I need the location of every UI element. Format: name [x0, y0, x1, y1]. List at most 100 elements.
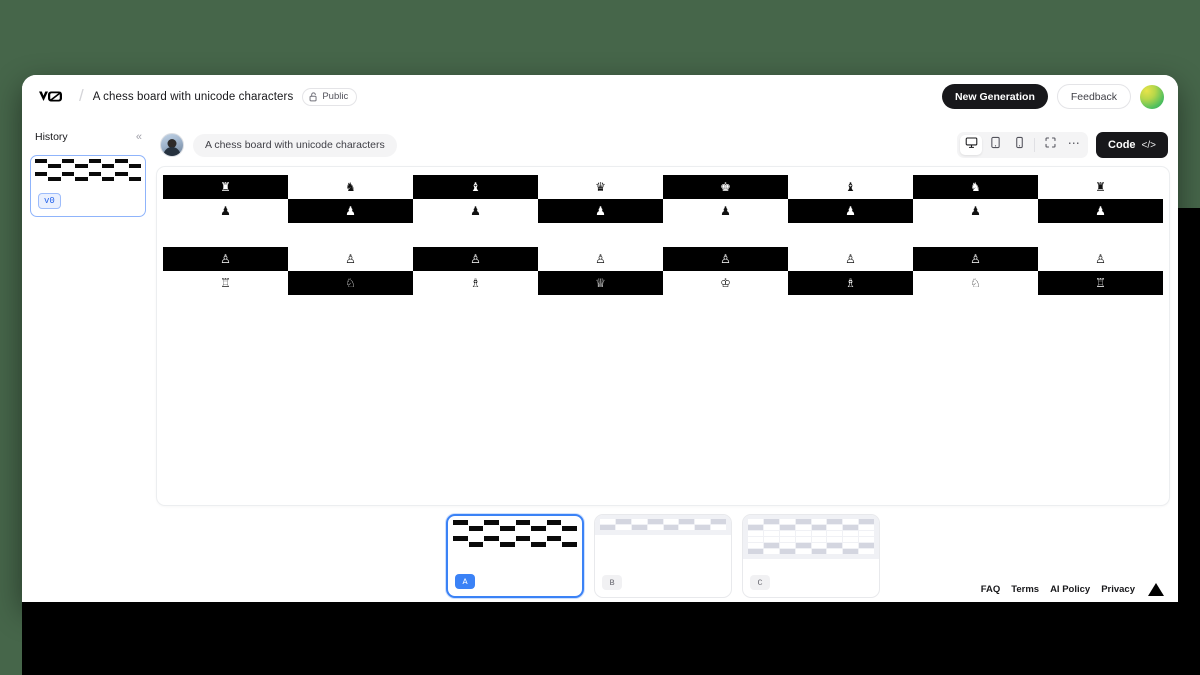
footer-link-terms[interactable]: Terms [1011, 584, 1039, 595]
board-square[interactable]: ♖ [163, 271, 288, 295]
code-brackets-icon: </> [1141, 139, 1156, 151]
visibility-badge[interactable]: Public [302, 87, 358, 106]
main-panel: A chess board with unicode characters ⋯ … [154, 118, 1178, 602]
tablet-view-button[interactable] [984, 135, 1006, 155]
board-row: ♟ ♟ ♟ ♟ ♟ ♟ ♟ ♟ [163, 199, 1163, 223]
board-square[interactable]: ♟ [538, 199, 663, 223]
board-square[interactable]: ♕ [538, 271, 663, 295]
history-thumb-row [35, 172, 141, 176]
board-row: ♖ ♘ ♗ ♕ ♔ ♗ ♘ ♖ [163, 271, 1163, 295]
new-generation-button[interactable]: New Generation [941, 84, 1048, 109]
screenshot-stage: / A chess board with unicode characters … [0, 0, 1200, 675]
board-square[interactable]: ♟ [1038, 199, 1163, 223]
variant-a[interactable]: A [446, 514, 584, 598]
sidebar-header: History « [30, 126, 146, 148]
board-square[interactable]: ♜ [163, 175, 288, 199]
tablet-icon [989, 136, 1002, 154]
board-row-gap [163, 223, 1163, 247]
board-square[interactable]: ♙ [1038, 247, 1163, 271]
board-square[interactable]: ♗ [413, 271, 538, 295]
variant-b-badge: B [602, 575, 622, 590]
prompt-pill[interactable]: A chess board with unicode characters [193, 133, 397, 157]
variant-c-thumbnail [743, 515, 879, 559]
history-item-v0[interactable]: v0 [30, 155, 146, 217]
board-square[interactable]: ♟ [663, 199, 788, 223]
page-title[interactable]: A chess board with unicode characters [93, 91, 294, 103]
more-options-button[interactable]: ⋯ [1063, 135, 1085, 155]
footer-link-faq[interactable]: FAQ [981, 584, 1001, 595]
history-version-badge: v0 [38, 193, 61, 209]
board-square[interactable]: ♝ [788, 175, 913, 199]
code-button[interactable]: Code </> [1096, 132, 1168, 158]
variant-a-badge: A [455, 574, 475, 589]
topbar-actions: New Generation Feedback [941, 84, 1164, 109]
board-square[interactable]: ♝ [413, 175, 538, 199]
board-square[interactable]: ♟ [413, 199, 538, 223]
sidebar-title: History [35, 131, 68, 143]
preview-toolbar-actions: ⋯ Code </> [957, 132, 1168, 158]
board-square[interactable]: ♗ [788, 271, 913, 295]
app-body: History « v0 A chess board with unicode … [22, 118, 1178, 602]
board-square[interactable]: ♛ [538, 175, 663, 199]
preview-frame: ♜ ♞ ♝ ♛ ♚ ♝ ♞ ♜ ♟ ♟ ♟ ♟ ♟ ♟ ♟ ♟ ♙ ♙ ♙ ♙ ♙ ♙ ♙ ♙ ♖ ♘ ♗ ♕ ♔ ♗ ♘ ♖ [156, 166, 1170, 506]
board-square[interactable]: ♘ [913, 271, 1038, 295]
variant-b[interactable]: B [594, 514, 732, 598]
v0-logo-icon[interactable] [38, 89, 68, 104]
history-thumb-row [35, 177, 141, 181]
board-square[interactable]: ♟ [288, 199, 413, 223]
board-square[interactable]: ♙ [788, 247, 913, 271]
ellipsis-icon: ⋯ [1067, 136, 1081, 150]
history-thumb-row [35, 159, 141, 163]
app-topbar: / A chess board with unicode characters … [22, 75, 1178, 118]
board-square[interactable]: ♙ [913, 247, 1038, 271]
board-square[interactable]: ♙ [288, 247, 413, 271]
chess-board: ♜ ♞ ♝ ♛ ♚ ♝ ♞ ♜ ♟ ♟ ♟ ♟ ♟ ♟ ♟ ♟ ♙ ♙ ♙ ♙ ♙ ♙ ♙ ♙ ♖ ♘ ♗ ♕ ♔ ♗ ♘ ♖ [157, 167, 1169, 295]
app-window: / A chess board with unicode characters … [22, 75, 1178, 602]
vercel-triangle-icon[interactable] [1148, 583, 1164, 596]
mobile-view-button[interactable] [1008, 135, 1030, 155]
expand-icon [1044, 136, 1057, 154]
code-button-label: Code [1108, 139, 1136, 151]
board-square[interactable]: ♙ [413, 247, 538, 271]
board-square[interactable]: ♘ [288, 271, 413, 295]
desktop-view-button[interactable] [960, 135, 983, 155]
footer-link-ai-policy[interactable]: AI Policy [1050, 584, 1090, 595]
visibility-label: Public [322, 91, 349, 102]
board-square[interactable]: ♙ [663, 247, 788, 271]
user-avatar[interactable] [160, 133, 184, 157]
footer-link-privacy[interactable]: Privacy [1101, 584, 1135, 595]
variant-c[interactable]: C [742, 514, 880, 598]
board-square[interactable]: ♖ [1038, 271, 1163, 295]
variant-b-thumbnail [595, 515, 731, 535]
board-square[interactable]: ♟ [163, 199, 288, 223]
preview-shell: A chess board with unicode characters ⋯ … [154, 124, 1172, 506]
collapse-sidebar-icon[interactable]: « [136, 131, 142, 143]
board-square[interactable]: ♔ [663, 271, 788, 295]
lock-open-icon [309, 91, 318, 102]
toolbar-divider [1034, 138, 1036, 152]
desktop-backdrop-left [0, 208, 22, 675]
app-footer: FAQ Terms AI Policy Privacy [981, 583, 1164, 596]
variant-a-thumbnail [448, 516, 582, 547]
board-square[interactable]: ♚ [663, 175, 788, 199]
viewport-switcher: ⋯ [957, 132, 1089, 158]
board-square[interactable]: ♜ [1038, 175, 1163, 199]
history-thumbnail [31, 156, 145, 181]
board-square[interactable]: ♟ [913, 199, 1038, 223]
board-row: ♜ ♞ ♝ ♛ ♚ ♝ ♞ ♜ [163, 175, 1163, 199]
breadcrumb-separator: / [79, 85, 84, 105]
board-square[interactable]: ♞ [288, 175, 413, 199]
board-row: ♙ ♙ ♙ ♙ ♙ ♙ ♙ ♙ [163, 247, 1163, 271]
preview-toolbar: A chess board with unicode characters ⋯ … [154, 124, 1172, 166]
board-square[interactable]: ♙ [163, 247, 288, 271]
board-square[interactable]: ♙ [538, 247, 663, 271]
board-square[interactable]: ♞ [913, 175, 1038, 199]
board-square[interactable]: ♟ [788, 199, 913, 223]
history-sidebar: History « v0 [22, 118, 154, 602]
account-avatar[interactable] [1140, 84, 1164, 109]
monitor-icon [965, 136, 978, 154]
history-thumb-row [35, 164, 141, 168]
variant-c-badge: C [750, 575, 770, 590]
fullscreen-button[interactable] [1039, 135, 1061, 155]
feedback-button[interactable]: Feedback [1056, 84, 1131, 109]
